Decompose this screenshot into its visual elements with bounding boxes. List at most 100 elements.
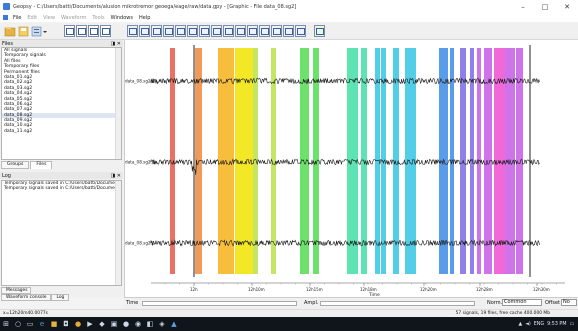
- geopsy-task-icon[interactable]: ▲: [168, 317, 180, 331]
- app-icon-2[interactable]: ▣: [108, 317, 120, 331]
- toolbar-tool-18-icon[interactable]: [283, 25, 294, 37]
- trace-label: data_08.sg2:3-: [125, 160, 157, 165]
- menu-tools[interactable]: Tools: [89, 15, 107, 21]
- trace-label: data_08.sg2:2-: [125, 79, 157, 84]
- x-tick-label: 12h20m: [420, 287, 437, 292]
- dropdown-arrow-icon[interactable]: [43, 31, 47, 33]
- app-icon-5[interactable]: ◧: [144, 317, 156, 331]
- app-icon-3[interactable]: ●: [120, 317, 132, 331]
- toolbar-tool-13-icon[interactable]: [223, 25, 234, 37]
- log-dock-buttons[interactable]: ◨ ✕: [110, 173, 121, 179]
- toolbar-tool-10-icon[interactable]: [187, 25, 198, 37]
- language-indicator[interactable]: ENG: [534, 322, 544, 327]
- close-button[interactable]: ✕: [556, 0, 578, 13]
- toolbar: [0, 23, 578, 40]
- windows-start-icon[interactable]: ⊞: [0, 317, 12, 331]
- cursor-position: x=12h20m40.0077s: [3, 311, 48, 316]
- files-list[interactable]: All signals Temporary signals All files Tem…: [1, 47, 122, 160]
- window-title: Geopsy - C:/Users/batti/Documents/alusio…: [13, 3, 297, 10]
- toolbar-tool-17-icon[interactable]: [271, 25, 282, 37]
- store-icon[interactable]: ◘: [60, 317, 72, 331]
- menu-file[interactable]: File: [10, 15, 24, 21]
- file-explorer-icon[interactable]: ■: [48, 317, 60, 331]
- toolbar-tool-14-icon[interactable]: [235, 25, 246, 37]
- files-list-scrollbar[interactable]: [115, 48, 121, 159]
- graph-controls: Time Ampl. Norm. Common Offset No: [124, 297, 578, 309]
- log-scrollbar[interactable]: [115, 181, 121, 285]
- graphic-window[interactable]: data_08.sg2:2- data_08.sg2:3- data_08.sg2:…: [124, 40, 578, 297]
- menu-windows[interactable]: Windows: [108, 15, 136, 21]
- x-tick-label: 12h: [190, 287, 198, 292]
- tab-files[interactable]: Files: [30, 161, 53, 169]
- toolbar-tool-11-icon[interactable]: [199, 25, 210, 37]
- menu-view[interactable]: View: [40, 15, 58, 21]
- window-controls: – □ ✕: [512, 0, 578, 13]
- media-icon[interactable]: ▶: [84, 317, 96, 331]
- toolbar-tool-8-icon[interactable]: [163, 25, 174, 37]
- search-icon[interactable]: ○: [12, 317, 24, 331]
- toolbar-tool-19-icon[interactable]: [295, 25, 306, 37]
- menu-waveform[interactable]: Waveform: [58, 15, 89, 21]
- waveform-trace: [150, 77, 540, 85]
- waveform-plot[interactable]: data_08.sg2:2- data_08.sg2:3- data_08.sg2:…: [125, 40, 578, 297]
- waveform-trace: [150, 239, 540, 247]
- minimize-button[interactable]: –: [512, 0, 534, 13]
- log-dock-header: Log ◨ ✕: [0, 172, 123, 179]
- menu-app-icon: [3, 15, 8, 20]
- time-label: Time: [126, 300, 139, 306]
- os-taskbar: ⊞ ○ ▭ e ■ ◘ ● ▶ ◆ ▣ ● ◉ ◧ ◈ ▲ ▲ ◄) ENG 9…: [0, 317, 578, 331]
- toolbar-tool-15-icon[interactable]: [247, 25, 258, 37]
- chrome-icon[interactable]: ●: [72, 317, 84, 331]
- x-tick-label: 12h30m: [533, 287, 550, 292]
- toolbar-tool-1-icon[interactable]: [64, 25, 75, 37]
- maximize-button[interactable]: □: [534, 0, 556, 13]
- toolbar-tool-6-icon[interactable]: [139, 25, 150, 37]
- volume-icon[interactable]: ◄): [525, 322, 531, 327]
- toolbar-tool-3-icon[interactable]: [88, 25, 99, 37]
- menu-bar: File Edit View Waveform Tools Windows Help: [0, 13, 578, 22]
- norm-select[interactable]: Common: [502, 299, 542, 306]
- toolbar-tool-4-icon[interactable]: [100, 25, 111, 37]
- offset-select[interactable]: No: [561, 299, 577, 306]
- network-icon[interactable]: ▲: [519, 322, 523, 327]
- app-icon-1[interactable]: ◆: [96, 317, 108, 331]
- ampl-scrollbar[interactable]: [320, 301, 475, 306]
- files-tabs: Groups Files: [1, 161, 53, 169]
- tab-waveform-console[interactable]: Waveform console: [1, 294, 52, 301]
- toolbar-tool-2-icon[interactable]: [76, 25, 87, 37]
- log-text[interactable]: Temporary signals saved in C:/Users/batt…: [1, 180, 122, 286]
- norm-label: Norm.: [487, 300, 503, 306]
- app-icon-4[interactable]: ◉: [132, 317, 144, 331]
- toolbar-tool-9-icon[interactable]: [175, 25, 186, 37]
- toolbar-tool-12-icon[interactable]: [211, 25, 222, 37]
- tab-groups[interactable]: Groups: [1, 161, 30, 169]
- tab-log[interactable]: Log: [51, 294, 70, 301]
- tab-messages[interactable]: Messages: [1, 287, 31, 294]
- time-scrollbar[interactable]: [142, 301, 297, 306]
- task-view-icon[interactable]: ▭: [24, 317, 36, 331]
- open-folder-icon[interactable]: [4, 27, 16, 37]
- toolbar-tool-20-icon[interactable]: [314, 25, 325, 37]
- cache-status: 57 signals, 19 files, free cache 400.000…: [455, 311, 550, 316]
- app-icon: [3, 3, 10, 10]
- log-dock-title: Log: [2, 172, 11, 179]
- log-dock: Log ◨ ✕: [0, 172, 123, 179]
- app-icon-6[interactable]: ◈: [156, 317, 168, 331]
- toolbar-tool-5-icon[interactable]: [127, 25, 138, 37]
- files-list-item[interactable]: data_11.sg2: [2, 129, 121, 134]
- save-icon[interactable]: [18, 26, 29, 37]
- files-dock-title: Files: [2, 40, 13, 47]
- signal-table-icon[interactable]: [31, 26, 42, 37]
- notification-icon[interactable]: ▭: [569, 322, 574, 327]
- edge-icon[interactable]: e: [36, 317, 48, 331]
- ampl-label: Ampl.: [304, 300, 319, 306]
- x-tick-label: 12h15m: [306, 287, 323, 292]
- files-dock-buttons[interactable]: ◨ ✕: [110, 41, 121, 47]
- offset-label: Offset: [545, 300, 561, 306]
- menu-help[interactable]: Help: [136, 15, 153, 21]
- clock[interactable]: 9:53 PM: [547, 322, 566, 327]
- toolbar-tool-16-icon[interactable]: [259, 25, 270, 37]
- toolbar-tool-7-icon[interactable]: [151, 25, 162, 37]
- menu-edit[interactable]: Edit: [24, 15, 40, 21]
- x-tick-label: 12h28m: [476, 287, 493, 292]
